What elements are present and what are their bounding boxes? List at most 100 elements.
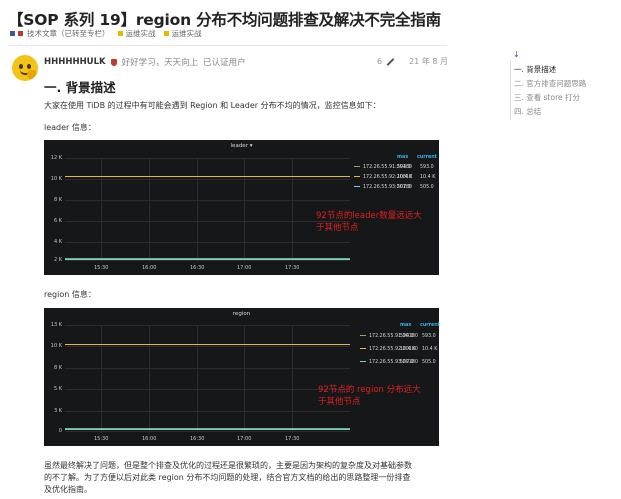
grid-line (101, 158, 102, 262)
annotation-line: 92节点的leader数量远远大 (316, 211, 422, 221)
grid-line (65, 179, 350, 180)
category-ops[interactable]: 运维实战 (117, 28, 156, 39)
legend-swatch (354, 185, 360, 188)
legend-current: 505.0 (422, 360, 436, 365)
grid-line (65, 368, 350, 369)
x-tick: 17:30 (285, 436, 300, 442)
x-tick: 16:30 (190, 436, 205, 442)
y-tick: 4 K (53, 239, 62, 245)
grid-line (244, 158, 245, 262)
grid-line (65, 200, 350, 201)
category-label: 运维实战 (171, 29, 202, 38)
y-tick: 12 K (50, 155, 62, 161)
toc-item-summary[interactable]: 四. 总结 (514, 106, 541, 117)
legend-current: 10.4 K (420, 175, 436, 180)
avatar[interactable] (12, 55, 38, 81)
legend-swatch (354, 175, 360, 178)
annotation-line: 于其他节点 (316, 223, 359, 233)
toc-item-store-score[interactable]: 三. 查看 store 打分 (514, 92, 580, 103)
category-label: 技术文章（已转至专栏） (27, 29, 110, 38)
arrow-down-icon[interactable]: ↓ (513, 50, 520, 59)
x-tick: 15:30 (94, 265, 109, 271)
summary-text-line: 虽然最终解决了问题，但是整个排查及优化的过程还是很繁琐的，主要是因为架构的复杂度… (44, 461, 412, 470)
grid-line (65, 325, 350, 326)
intro-text: 大家在使用 TiDB 的过程中有可能会遇到 Region 和 Leader 分布… (44, 101, 381, 110)
category-color-swatch (117, 31, 123, 36)
x-tick: 16:00 (142, 265, 157, 271)
annotation-line: 92节点的 region 分布远大 (318, 385, 421, 395)
x-tick: 16:30 (190, 265, 205, 271)
category-tech-articles[interactable]: 技术文章（已转至专栏） (10, 28, 110, 39)
series-line-93 (65, 429, 350, 430)
y-tick: 10 K (50, 176, 62, 182)
certified-badge: 已认证用户 (203, 58, 246, 68)
legend-header-max: max (400, 323, 412, 328)
summary-text-line: 的不了解。为了方便以后对此类 region 分布不均问题的处理，结合官方文档的给… (44, 473, 411, 482)
grid-line (244, 325, 245, 433)
x-tick: 16:00 (142, 436, 157, 442)
grid-line (197, 325, 198, 433)
y-tick: 6 K (53, 218, 62, 224)
region-chart: region 13 K 10 K 8 K 5 K 3 K 0 15:30 16:… (44, 308, 440, 446)
pencil-icon (386, 57, 395, 66)
avatar-hand (27, 70, 37, 79)
leader-chart: leader ▾ 12 K 10 K 8 K 6 K 4 K 2 K 15:30… (44, 140, 439, 275)
category-ops-2[interactable]: 运维实战 (163, 28, 202, 39)
title-divider (8, 45, 446, 46)
chart-legend: max current 172.26.55.91:20180 594.0 593… (360, 323, 445, 371)
legend-header-current: current (417, 155, 437, 160)
series-line-92 (65, 176, 350, 177)
legend-max: 594.0 (397, 165, 411, 170)
category-list: 技术文章（已转至专栏） 运维实战 运维实战 (10, 28, 202, 39)
chart-title[interactable]: leader ▾ (44, 143, 439, 149)
legend-max: 10.4 K (400, 347, 416, 352)
author-name[interactable]: HHHHHHULK (44, 57, 106, 67)
legend-max: 10.4 K (397, 175, 413, 180)
y-tick: 2 K (53, 257, 62, 263)
region-label: region 信息： (44, 290, 96, 299)
legend-max: 594.0 (400, 334, 414, 339)
legend-swatch (360, 347, 366, 350)
chart-annotation: 92节点的 region 分布远大 于其他节点 (318, 384, 421, 408)
toc-item-background[interactable]: 一. 背景描述 (514, 64, 556, 75)
legend-current: 10.4 K (422, 347, 438, 352)
shield-icon (110, 58, 117, 66)
annotation-line: 于其他节点 (318, 397, 361, 407)
post-date[interactable]: 21 年 8 月 (409, 56, 448, 67)
y-tick: 5 K (53, 386, 62, 392)
legend-header-max: max (397, 155, 409, 160)
grid-line (65, 346, 350, 347)
legend-current: 593.0 (420, 165, 434, 170)
chart-legend: max current 172.26.55.91:20180 594.0 593… (354, 155, 439, 200)
leader-label: leader 信息： (44, 123, 96, 132)
legend-swatch (354, 165, 360, 168)
y-tick: 13 K (50, 322, 62, 328)
grid-line (65, 389, 350, 390)
category-color-swatch (18, 31, 23, 36)
y-tick: 0 (58, 428, 62, 434)
summary-text-line: 及优化指南。 (44, 485, 92, 494)
section-heading: 一. 背景描述 (44, 80, 116, 95)
legend-header-current: current (420, 323, 440, 328)
grid-line (292, 325, 293, 433)
edit-count: 6 (377, 57, 383, 66)
y-tick: 3 K (53, 408, 62, 414)
grid-line (65, 260, 350, 261)
grid-line (197, 158, 198, 262)
y-tick: 8 K (53, 197, 62, 203)
toc-item-official-approach[interactable]: 二. 官方排查问题思路 (514, 78, 586, 89)
grid-line (65, 158, 350, 159)
legend-swatch (360, 360, 366, 363)
grid-line (149, 158, 150, 262)
article-title: 【SOP 系列 19】region 分布不均问题排查及解决不完全指南 (8, 11, 441, 29)
avatar-eye (19, 64, 23, 69)
avatar-eye (27, 64, 31, 69)
post-meta: 6 21 年 8 月 (377, 56, 448, 67)
y-tick: 10 K (50, 343, 62, 349)
chart-annotation: 92节点的leader数量远远大 于其他节点 (316, 210, 422, 234)
category-color-swatch (163, 31, 169, 36)
grid-line (65, 242, 350, 243)
edit-history-button[interactable]: 6 (377, 57, 395, 66)
legend-current: 505.0 (420, 185, 434, 190)
chart-title[interactable]: region (44, 311, 439, 317)
